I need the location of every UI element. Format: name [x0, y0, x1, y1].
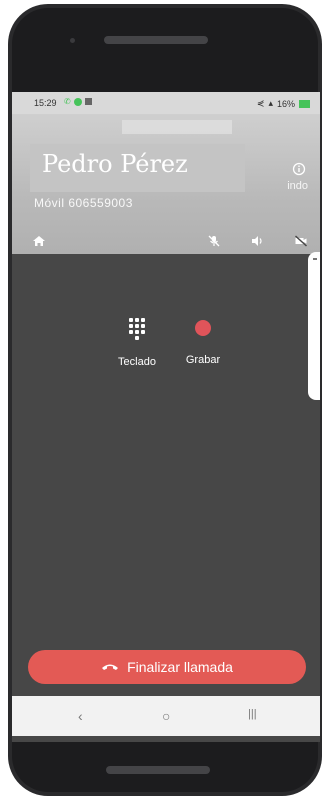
message-icon: [84, 98, 92, 105]
caller-number: Móvil 606559003: [34, 196, 133, 210]
end-call-label: Finalizar llamada: [127, 659, 233, 675]
call-toolbar: [12, 226, 320, 254]
call-screen: 15:29 ✆ ⋞ ▴ 16% Pedro Pérez Móvil 606559…: [12, 92, 320, 742]
signal-icon: ▴: [268, 98, 273, 108]
keypad-icon: [102, 318, 172, 340]
record-button[interactable]: Grabar: [168, 318, 238, 366]
video-off-icon[interactable]: [294, 234, 308, 248]
active-call-icon: [73, 97, 82, 106]
caller-name: Pedro Pérez: [42, 150, 188, 178]
bluetooth-icon: ⋞: [256, 98, 265, 108]
bottom-speaker: [106, 766, 210, 774]
keypad-button[interactable]: Teclado: [102, 318, 172, 368]
side-panel-handle[interactable]: [308, 252, 320, 400]
handle-mark: [313, 258, 317, 260]
record-label: Grabar: [185, 354, 221, 366]
earpiece: [104, 36, 208, 44]
call-status: indo: [287, 180, 308, 192]
system-nav-bar: ‹ ○ |||: [12, 696, 320, 736]
status-bar: 15:29 ✆ ⋞ ▴ 16%: [12, 92, 320, 114]
speaker-icon[interactable]: [250, 234, 264, 248]
status-time: 15:29: [34, 98, 57, 108]
status-notifications: ✆: [64, 97, 92, 106]
home-icon[interactable]: [32, 234, 46, 248]
recents-icon[interactable]: |||: [248, 708, 257, 720]
info-icon[interactable]: [292, 162, 306, 176]
status-system: ⋞ ▴ 16%: [257, 98, 310, 109]
battery-icon: [299, 99, 310, 108]
keypad-label: Teclado: [118, 356, 156, 368]
front-camera: [70, 38, 75, 43]
end-call-button[interactable]: Finalizar llamada: [28, 650, 306, 684]
home-nav-icon[interactable]: ○: [162, 708, 170, 724]
battery-text: 16%: [276, 98, 295, 109]
record-icon: [195, 320, 211, 336]
back-icon[interactable]: ‹: [78, 708, 83, 724]
mute-icon[interactable]: [207, 234, 221, 248]
phone-icon: ✆: [64, 97, 71, 106]
hang-up-icon: [102, 664, 119, 670]
header-overlay: [122, 120, 232, 134]
